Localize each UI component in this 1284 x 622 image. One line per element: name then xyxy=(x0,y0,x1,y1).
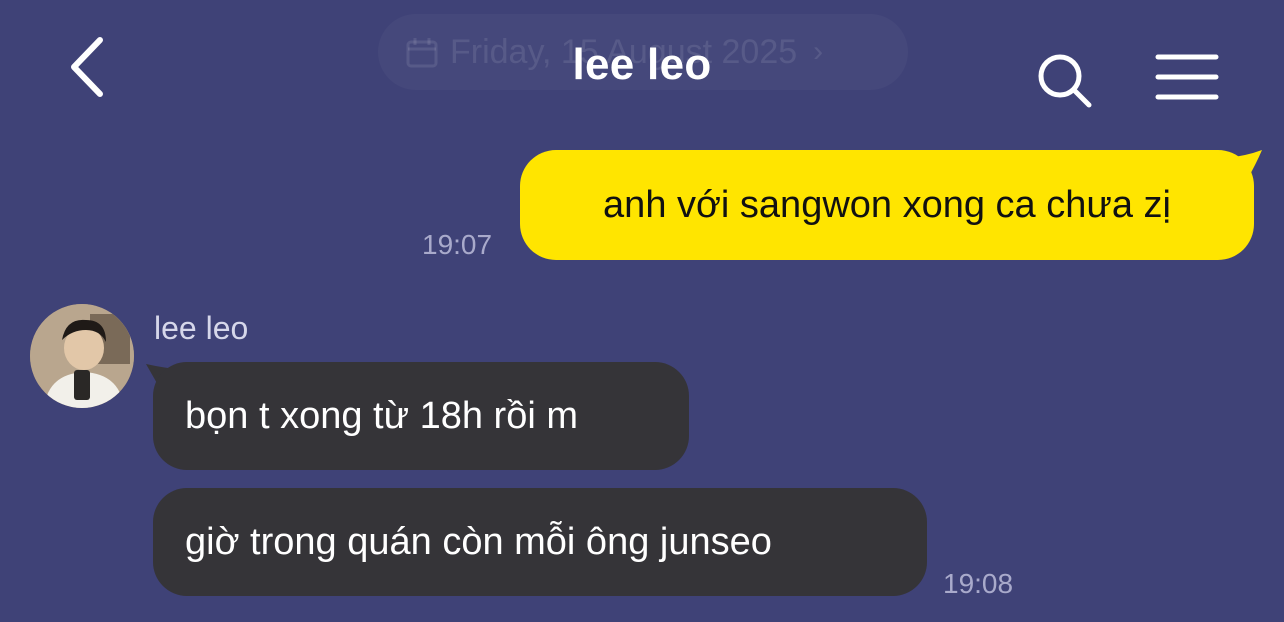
message-timestamp: 19:08 xyxy=(943,568,1014,599)
incoming-message-bubble[interactable]: giờ trong quán còn mỗi ông junseo xyxy=(153,488,927,596)
avatar[interactable] xyxy=(30,304,134,408)
message-timestamp: 19:07 xyxy=(422,229,493,260)
sender-name: lee leo xyxy=(154,310,249,346)
profile-photo-icon xyxy=(30,304,134,408)
search-icon xyxy=(1038,54,1092,108)
menu-button[interactable] xyxy=(1154,52,1220,102)
message-text: anh với sangwon xong ca chưa zị xyxy=(603,183,1171,226)
message-text: giờ trong quán còn mỗi ông junseo xyxy=(185,520,772,563)
search-button[interactable] xyxy=(1034,50,1096,112)
chat-screen: Friday, 15 August 2025 › lee leo 19:07 a… xyxy=(0,0,1284,622)
outgoing-message-bubble[interactable]: anh với sangwon xong ca chưa zị xyxy=(520,150,1254,260)
hamburger-menu-icon xyxy=(1155,54,1219,100)
message-text: bọn t xong từ 18h rồi m xyxy=(185,394,578,437)
incoming-message-bubble[interactable]: bọn t xong từ 18h rồi m xyxy=(153,362,689,470)
